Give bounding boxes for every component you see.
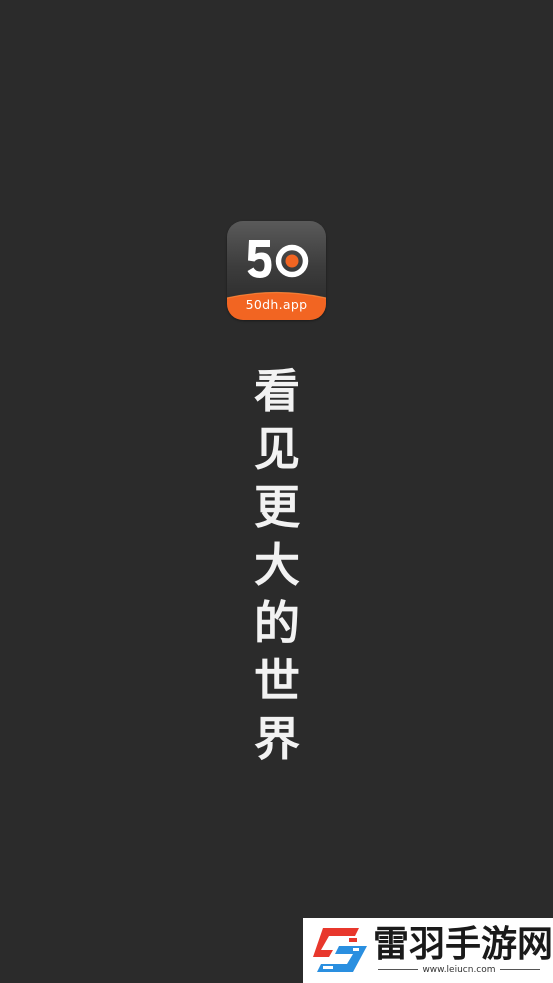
- watermark-site-url: www.leiucn.com: [373, 965, 545, 976]
- logo-numeral-five: [247, 240, 272, 278]
- splash-screen: 50dh.app 看见更大的世界 雷羽手游网 www.leiucn.com: [0, 0, 553, 983]
- logo-numeral-zero: [275, 244, 309, 278]
- leiyu-logo-icon: [313, 928, 367, 972]
- watermark-site-name: 雷羽手游网: [373, 923, 553, 965]
- logo-domain-text: 50dh.app: [245, 297, 308, 312]
- watermark-badge: 雷羽手游网 www.leiucn.com: [303, 918, 553, 983]
- slogan-text: 看见更大的世界: [254, 364, 300, 766]
- app-logo-icon: 50dh.app: [227, 221, 326, 320]
